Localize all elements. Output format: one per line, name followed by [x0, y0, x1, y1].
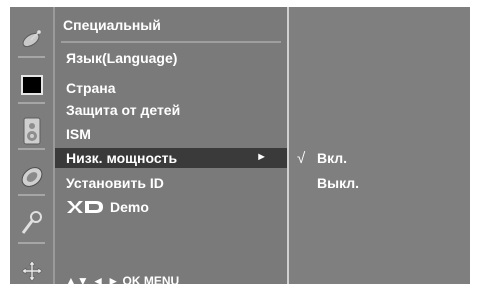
check-mark-icon: √ — [297, 149, 306, 167]
menu-item-language[interactable]: Язык(Language) — [55, 48, 287, 68]
special-menu-panel: Специальный Язык(Language) Страна Защита… — [55, 7, 287, 288]
cross-arrows-icon[interactable] — [10, 249, 53, 293]
navigation-hint: ▲▼ ◄ ► OK MENU — [65, 274, 180, 288]
menu-item-label: Demo — [110, 199, 149, 215]
menu-item-ism[interactable]: ISM — [55, 124, 287, 144]
menu-item-child-lock[interactable]: Защита от детей — [55, 100, 287, 120]
title-divider — [61, 41, 281, 43]
magnifier-icon[interactable] — [10, 201, 53, 245]
menu-item-label: Установить ID — [66, 175, 164, 191]
menu-item-set-id[interactable]: Установить ID — [55, 173, 287, 193]
option-on[interactable]: √ Вкл. — [289, 148, 470, 168]
icon-separator — [18, 56, 45, 58]
menu-item-label: Низк. мощность — [66, 150, 178, 166]
xd-logo — [66, 200, 104, 214]
menu-title: Специальный — [63, 17, 161, 33]
osd-screen: Специальный Язык(Language) Страна Защита… — [0, 0, 479, 288]
low-power-submenu: √ Вкл. Выкл. — [289, 7, 470, 284]
menu-item-label: Язык(Language) — [66, 50, 178, 66]
menu-item-label: Страна — [66, 80, 116, 96]
icon-separator — [18, 194, 45, 196]
icon-separator — [18, 148, 45, 150]
menu-item-xd-demo[interactable]: Demo — [55, 197, 287, 217]
option-off[interactable]: Выкл. — [289, 173, 470, 193]
option-label: Вкл. — [317, 150, 348, 166]
menu-item-country[interactable]: Страна — [55, 78, 287, 98]
submenu-arrow-icon: ► — [256, 151, 267, 163]
option-label: Выкл. — [317, 175, 360, 191]
menu-icon-bar — [10, 7, 55, 284]
screen-icon[interactable] — [10, 63, 53, 107]
menu-item-label: ISM — [66, 126, 91, 142]
icon-separator — [18, 242, 45, 244]
menu-item-low-power[interactable]: Низк. мощность ► — [55, 148, 287, 168]
disc-icon[interactable] — [10, 155, 53, 199]
icon-separator — [18, 102, 45, 104]
menu-item-label: Защита от детей — [66, 102, 181, 118]
satellite-dish-icon[interactable] — [10, 17, 53, 61]
speaker-icon[interactable] — [10, 109, 53, 153]
